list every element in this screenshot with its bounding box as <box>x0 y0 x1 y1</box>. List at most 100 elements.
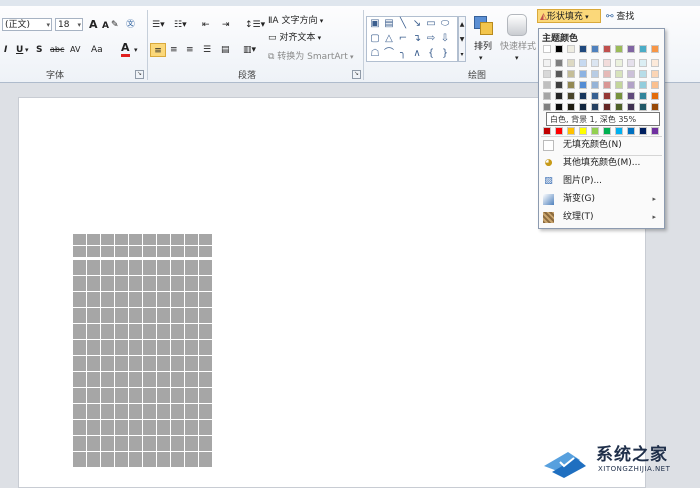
table-cell[interactable] <box>142 387 157 404</box>
theme-color-swatch[interactable] <box>603 59 611 67</box>
theme-color-swatch[interactable] <box>579 45 587 53</box>
line-shape-icon[interactable]: ╲ <box>397 18 409 30</box>
table-cell[interactable] <box>72 245 87 258</box>
table-cell[interactable] <box>142 233 157 246</box>
table-cell[interactable] <box>198 403 213 420</box>
table-cell[interactable] <box>156 371 171 388</box>
table-cell[interactable] <box>170 387 185 404</box>
theme-color-swatch[interactable] <box>543 45 551 53</box>
table-cell[interactable] <box>86 291 101 308</box>
table-cell[interactable] <box>142 307 157 324</box>
theme-color-swatch[interactable] <box>567 103 575 111</box>
texture-item[interactable]: 纹理(T) ▸ <box>539 209 664 226</box>
columns-button[interactable]: ▥▾ <box>243 43 256 57</box>
theme-color-swatch[interactable] <box>651 81 659 89</box>
theme-color-swatch[interactable] <box>603 45 611 53</box>
theme-color-swatch[interactable] <box>603 70 611 78</box>
table-cell[interactable] <box>100 323 115 340</box>
brace-left-shape-icon[interactable]: { <box>425 48 437 60</box>
table-cell[interactable] <box>100 275 115 292</box>
align-text-button[interactable]: ▭ 对齐文本 ▾ <box>268 31 321 45</box>
table-cell[interactable] <box>184 419 199 436</box>
shapes-gallery-scroll[interactable]: ▲ ▼ ▾ <box>458 16 466 62</box>
theme-color-swatch[interactable] <box>579 70 587 78</box>
theme-color-swatch[interactable] <box>567 45 575 53</box>
theme-color-swatch[interactable] <box>639 103 647 111</box>
theme-color-swatch[interactable] <box>555 59 563 67</box>
table-cell[interactable] <box>142 435 157 452</box>
table-cell[interactable] <box>100 339 115 356</box>
theme-color-swatch[interactable] <box>651 45 659 53</box>
theme-color-swatch[interactable] <box>555 45 563 53</box>
table-cell[interactable] <box>86 355 101 372</box>
table-cell[interactable] <box>198 419 213 436</box>
table-cell[interactable] <box>198 435 213 452</box>
theme-color-swatch[interactable] <box>543 81 551 89</box>
table-cell[interactable] <box>198 245 213 258</box>
theme-color-swatch[interactable] <box>603 81 611 89</box>
table-cell[interactable] <box>184 339 199 356</box>
numbering-button[interactable]: ☷▾ <box>174 18 187 32</box>
table-cell[interactable] <box>72 403 87 420</box>
table-cell[interactable] <box>170 419 185 436</box>
table-cell[interactable] <box>184 275 199 292</box>
table-cell[interactable] <box>128 355 143 372</box>
table-cell[interactable] <box>156 291 171 308</box>
theme-color-swatch[interactable] <box>615 103 623 111</box>
table-cell[interactable] <box>100 307 115 324</box>
table-cell[interactable] <box>170 259 185 276</box>
table-cell[interactable] <box>156 451 171 468</box>
table-cell[interactable] <box>114 451 129 468</box>
theme-color-swatch[interactable] <box>555 92 563 100</box>
no-fill-item[interactable]: 无填充颜色(N) <box>539 137 664 154</box>
table-cell[interactable] <box>170 339 185 356</box>
arrange-menu[interactable]: ▾ <box>479 51 483 65</box>
theme-color-swatch[interactable] <box>639 92 647 100</box>
table-cell[interactable] <box>184 291 199 308</box>
standard-color-swatch[interactable] <box>603 127 611 135</box>
oval-shape-icon[interactable]: ⬭ <box>439 18 451 30</box>
table-cell[interactable] <box>170 245 185 258</box>
table-cell[interactable] <box>184 371 199 388</box>
table-cell[interactable] <box>198 291 213 308</box>
standard-color-swatch[interactable] <box>579 127 587 135</box>
table-cell[interactable] <box>156 403 171 420</box>
distributed-button[interactable]: ▤ <box>221 43 230 57</box>
theme-color-swatch[interactable] <box>567 81 575 89</box>
table-cell[interactable] <box>184 307 199 324</box>
standard-color-swatch[interactable] <box>591 127 599 135</box>
table-cell[interactable] <box>100 245 115 258</box>
table-cell[interactable] <box>72 323 87 340</box>
theme-color-swatch[interactable] <box>639 59 647 67</box>
table-cell[interactable] <box>86 233 101 246</box>
table-cell[interactable] <box>170 451 185 468</box>
table-cell[interactable] <box>142 323 157 340</box>
table-cell[interactable] <box>184 387 199 404</box>
table-cell[interactable] <box>86 403 101 420</box>
theme-color-swatch[interactable] <box>651 103 659 111</box>
table-cell[interactable] <box>128 245 143 258</box>
table-cell[interactable] <box>170 371 185 388</box>
table-cell[interactable] <box>86 419 101 436</box>
table-cell[interactable] <box>86 307 101 324</box>
table-cell[interactable] <box>184 355 199 372</box>
font-color-menu[interactable]: ▾ <box>134 43 138 57</box>
table-cell[interactable] <box>142 451 157 468</box>
table-cell[interactable] <box>128 291 143 308</box>
theme-color-swatch[interactable] <box>615 70 623 78</box>
table-cell[interactable] <box>100 387 115 404</box>
strikethrough-button[interactable]: abc <box>50 43 64 57</box>
theme-color-swatch[interactable] <box>651 70 659 78</box>
table-cell[interactable] <box>170 275 185 292</box>
table-cell[interactable] <box>86 387 101 404</box>
theme-color-swatch[interactable] <box>579 59 587 67</box>
arc-shape-icon[interactable]: ╮ <box>397 48 409 60</box>
table-cell[interactable] <box>100 419 115 436</box>
theme-color-swatch[interactable] <box>543 59 551 67</box>
underline-button[interactable]: U <box>16 43 23 57</box>
triangle-shape-icon[interactable]: △ <box>383 33 395 45</box>
theme-color-swatch[interactable] <box>579 103 587 111</box>
theme-color-swatch[interactable] <box>627 45 635 53</box>
convert-smartart-button[interactable]: ⧉ 转换为 SmartArt ▾ <box>268 50 354 64</box>
table-cell[interactable] <box>72 355 87 372</box>
